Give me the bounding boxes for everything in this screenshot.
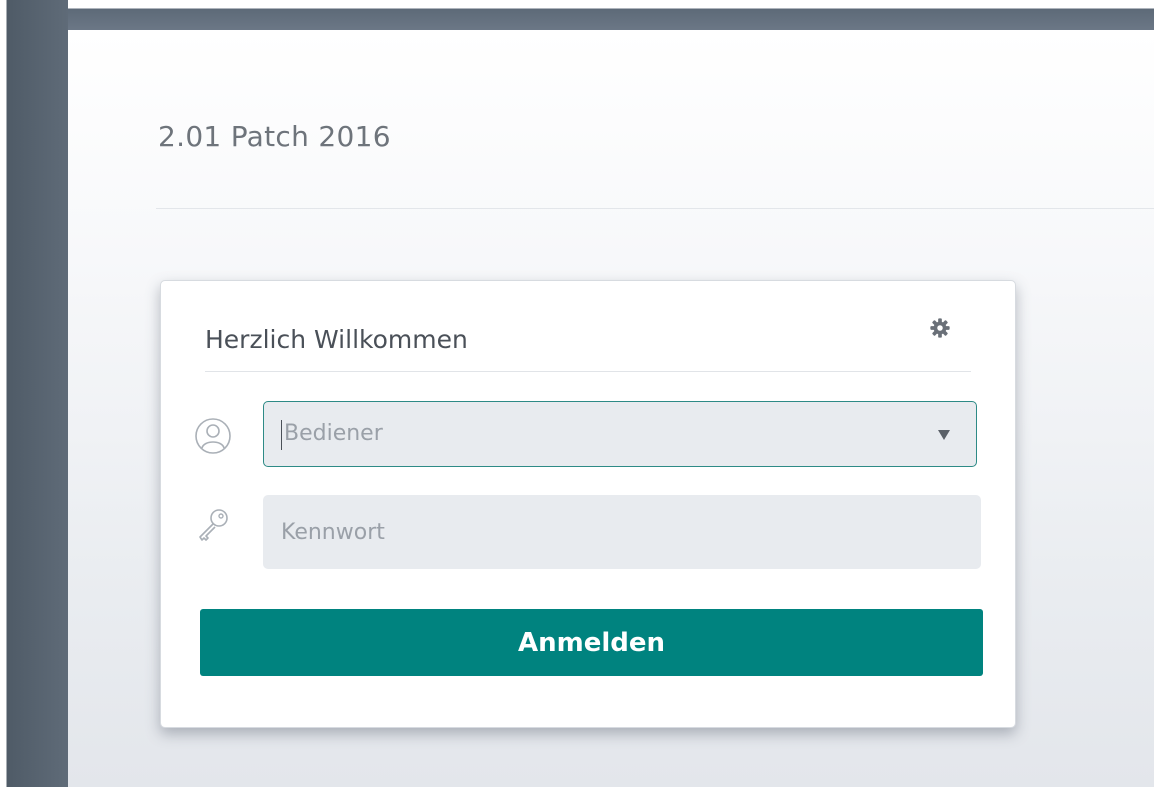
user-select-placeholder: Bediener (284, 421, 383, 446)
top-bar (0, 0, 1154, 30)
app-window: 2.01 Patch 2016 Herzlich Willkommen Bedi… (0, 0, 1154, 787)
page-title: 2.01 Patch 2016 (158, 120, 391, 153)
user-select[interactable]: Bediener (263, 401, 977, 467)
login-title: Herzlich Willkommen (205, 325, 468, 354)
password-field[interactable] (263, 495, 981, 569)
title-divider (156, 208, 1154, 209)
chevron-down-icon[interactable] (938, 430, 950, 440)
key-icon (199, 509, 228, 541)
text-cursor (281, 420, 282, 450)
left-sidebar (0, 0, 68, 787)
login-card-header: Herzlich Willkommen (205, 311, 971, 372)
gear-icon[interactable] (929, 317, 951, 339)
main-content: 2.01 Patch 2016 Herzlich Willkommen Bedi… (68, 30, 1154, 787)
login-button[interactable]: Anmelden (200, 609, 983, 676)
user-icon (195, 418, 231, 454)
login-card: Herzlich Willkommen Bediener Anmelden (160, 280, 1016, 728)
